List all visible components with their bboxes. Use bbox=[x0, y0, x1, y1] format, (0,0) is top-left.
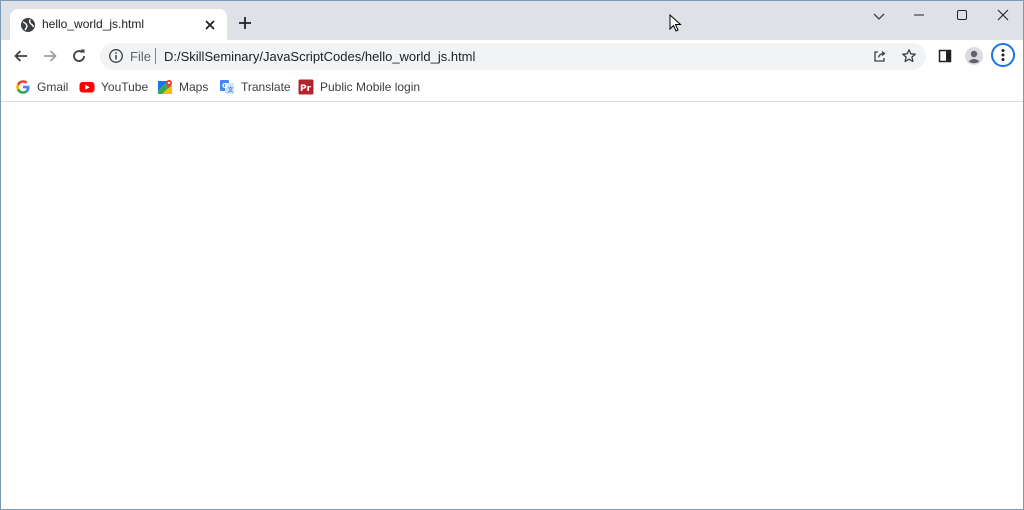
address-bar[interactable]: File D:/SkillSeminary/JavaScriptCodes/he… bbox=[100, 43, 926, 70]
side-panel-icon[interactable] bbox=[937, 48, 953, 64]
close-tab-icon[interactable] bbox=[202, 17, 218, 33]
forward-arrow-icon[interactable] bbox=[41, 47, 59, 65]
bookmark-label: YouTube bbox=[101, 79, 149, 94]
svg-text:Pr: Pr bbox=[300, 84, 312, 94]
bookmark-youtube[interactable]: YouTube bbox=[79, 72, 148, 101]
scheme-label: File bbox=[130, 49, 151, 64]
page-content bbox=[1, 102, 1023, 509]
bookmark-label: Maps bbox=[179, 79, 209, 94]
svg-text:文: 文 bbox=[227, 86, 235, 94]
translate-icon: G 文 bbox=[220, 79, 235, 94]
bookmark-public-mobile[interactable]: Pr Public Mobile login bbox=[298, 72, 420, 101]
toolbar: File D:/SkillSeminary/JavaScriptCodes/he… bbox=[1, 40, 1023, 72]
minimize-icon[interactable] bbox=[911, 7, 927, 23]
mouse-cursor-icon bbox=[669, 14, 682, 32]
tab-strip: hello_world_js.html bbox=[1, 1, 1023, 40]
bookmark-label: Public Mobile login bbox=[320, 79, 421, 94]
info-icon[interactable] bbox=[108, 48, 124, 64]
url-text[interactable]: D:/SkillSeminary/JavaScriptCodes/hello_w… bbox=[164, 49, 475, 64]
globe-icon bbox=[21, 18, 35, 32]
scheme-divider bbox=[155, 48, 156, 64]
google-icon bbox=[16, 79, 30, 94]
share-icon[interactable] bbox=[872, 48, 888, 64]
bookmark-star-icon[interactable] bbox=[901, 48, 917, 64]
more-vertical-icon bbox=[1001, 49, 1005, 61]
new-tab-icon[interactable] bbox=[237, 15, 253, 31]
chevron-down-icon[interactable] bbox=[871, 8, 887, 24]
reload-icon[interactable] bbox=[70, 47, 88, 65]
profile-avatar-icon[interactable] bbox=[964, 46, 984, 66]
close-window-icon[interactable] bbox=[995, 7, 1011, 23]
bookmark-translate[interactable]: G 文 Translate bbox=[219, 72, 291, 101]
bookmark-maps[interactable]: Maps bbox=[157, 72, 208, 101]
menu-button[interactable] bbox=[991, 43, 1015, 67]
back-arrow-icon[interactable] bbox=[12, 47, 30, 65]
maximize-icon[interactable] bbox=[954, 7, 970, 23]
pm-icon: Pr bbox=[298, 79, 314, 94]
bookmark-label: Gmail bbox=[37, 79, 69, 94]
tab-active[interactable]: hello_world_js.html bbox=[10, 9, 227, 40]
maps-icon bbox=[158, 79, 172, 94]
tab-title: hello_world_js.html bbox=[42, 17, 145, 31]
bookmark-gmail[interactable]: Gmail bbox=[15, 72, 68, 101]
browser-window: hello_world_js.html File D:/SkillSeminar… bbox=[0, 0, 1024, 510]
bookmarks-bar: Gmail YouTube Maps G 文 Translate Pr Publ… bbox=[1, 72, 1023, 102]
youtube-icon bbox=[79, 81, 95, 92]
bookmark-label: Translate bbox=[241, 79, 291, 94]
